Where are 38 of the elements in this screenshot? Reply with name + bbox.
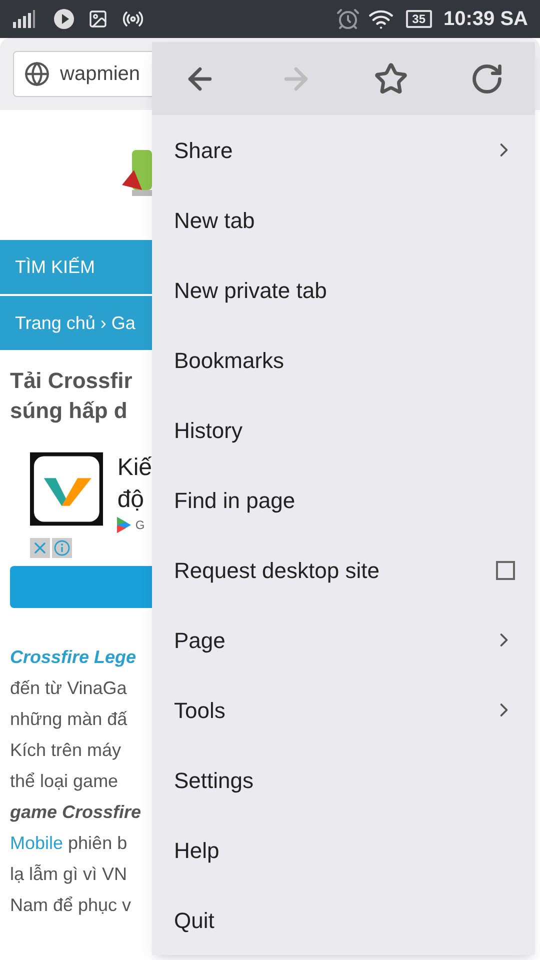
menu-item[interactable]: New private tab — [152, 255, 535, 325]
ad-headline[interactable]: độ — [117, 484, 152, 516]
close-icon — [34, 542, 46, 554]
article-text: Nam để phục v — [10, 894, 132, 917]
play-store-icon — [117, 517, 132, 533]
battery-level: 35 — [406, 10, 432, 28]
globe-icon — [24, 61, 50, 87]
article-text: những màn đấ — [10, 708, 128, 731]
article-text: đến từ VinaGa — [10, 677, 128, 700]
checkbox[interactable] — [496, 560, 515, 580]
menu-item[interactable]: History — [152, 395, 535, 465]
menu-item[interactable]: Request desktop site — [152, 535, 535, 605]
menu-item[interactable]: Share — [152, 115, 535, 185]
store-label: G — [135, 517, 145, 534]
article-text: thể loại game — [10, 770, 120, 793]
menu-item[interactable]: Page — [152, 605, 535, 675]
alarm-icon — [336, 7, 360, 31]
app-logo-icon — [30, 452, 104, 526]
clock-time: 10:39 SA — [444, 7, 528, 32]
article-text: Kích trên máy — [10, 739, 122, 762]
image-icon — [88, 9, 108, 29]
menu-item[interactable]: Find in page — [152, 465, 535, 535]
article-text: phiên b — [68, 832, 128, 855]
info-icon — [54, 540, 70, 556]
article-title: Tải Crossfir — [10, 367, 134, 395]
article-title: súng hấp d — [10, 397, 128, 425]
article-text: lạ lẫm gì vì VN — [10, 863, 128, 886]
ad-headline[interactable]: Kiế — [117, 452, 152, 484]
article-text: game Crossfire — [10, 801, 142, 824]
music-player-icon — [52, 7, 76, 31]
menu-item[interactable]: Quit — [152, 885, 535, 955]
menu-item[interactable]: New tab — [152, 185, 535, 255]
menu-item[interactable]: Help — [152, 815, 535, 885]
menu-item[interactable]: Tools — [152, 675, 535, 745]
menu-item[interactable]: Settings — [152, 745, 535, 815]
menu-item[interactable]: Bookmarks — [152, 325, 535, 395]
article-text: Crossfire Lege — [10, 646, 138, 669]
signal-icon — [12, 9, 36, 29]
